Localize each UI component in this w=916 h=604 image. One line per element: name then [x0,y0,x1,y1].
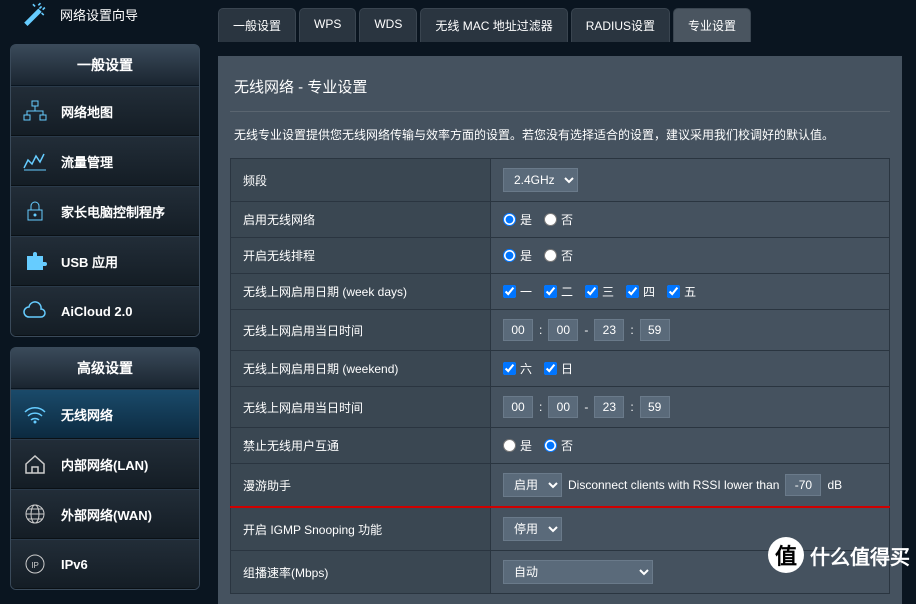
roaming-desc: Disconnect clients with RSSI lower than [568,478,779,492]
input-wd-m2[interactable] [640,319,670,341]
sidebar-item-aicloud[interactable]: AiCloud 2.0 [11,286,199,336]
sidebar-item-ipv6[interactable]: IP IPv6 [11,539,199,589]
select-roaming[interactable]: 启用 [503,473,562,497]
sidebar-item-traffic[interactable]: 流量管理 [11,136,199,186]
svg-text:IP: IP [31,561,39,570]
sidebar-header-advanced: 高级设置 [11,348,199,389]
input-we-h1[interactable] [503,396,533,418]
radio-wireless-no[interactable] [544,213,557,226]
page-desc: 无线专业设置提供您无线网络传输与效率方面的设置。若您没有选择适合的设置，建议采用… [230,112,890,158]
sidebar-setup-label: 网络设置向导 [60,5,138,24]
input-wd-h1[interactable] [503,319,533,341]
tab-wps[interactable]: WPS [299,8,356,42]
input-we-m2[interactable] [640,396,670,418]
label-igmp: 开启 IGMP Snooping 功能 [231,507,491,551]
sidebar-item-label: AiCloud 2.0 [61,304,133,319]
label-enable-schedule: 开启无线排程 [231,238,491,274]
cloud-icon [21,299,49,323]
wand-icon [20,2,48,26]
radio-isolate-no[interactable] [544,439,557,452]
sidebar-item-label: 网络地图 [61,102,113,121]
tab-mac-filter[interactable]: 无线 MAC 地址过滤器 [420,8,567,42]
traffic-icon [21,149,49,173]
check-fri[interactable] [667,285,680,298]
sidebar-item-network-map[interactable]: 网络地图 [11,86,199,136]
sidebar-item-parental[interactable]: 家长电脑控制程序 [11,186,199,236]
sidebar-setup-wizard[interactable]: 网络设置向导 [10,0,200,34]
label-weekend-time: 无线上网启用当日时间 [231,387,491,428]
page-title: 无线网络 - 专业设置 [230,66,890,112]
sidebar-item-wan[interactable]: 外部网络(WAN) [11,489,199,539]
label-weekday-time: 无线上网启用当日时间 [231,310,491,351]
home-icon [21,452,49,476]
tab-radius[interactable]: RADIUS设置 [571,8,670,42]
radio-isolate-yes[interactable] [503,439,516,452]
radio-schedule-yes[interactable] [503,249,516,262]
check-thu[interactable] [626,285,639,298]
check-sat[interactable] [503,362,516,375]
puzzle-icon [21,249,49,273]
wifi-icon [21,402,49,426]
watermark-text: 什么值得买 [810,541,910,570]
sidebar-item-label: 内部网络(LAN) [61,455,148,474]
sidebar-item-label: 外部网络(WAN) [61,505,152,524]
select-mcast[interactable]: 自动 [503,560,653,584]
sidebar-item-label: IPv6 [61,557,88,572]
roaming-unit: dB [827,478,842,492]
network-map-icon [21,99,49,123]
sidebar-item-label: USB 应用 [61,252,118,271]
sidebar-header-general: 一般设置 [11,45,199,86]
sidebar-item-label: 流量管理 [61,152,113,171]
label-mcast: 组播速率(Mbps) [231,551,491,594]
label-weekend: 无线上网启用日期 (weekend) [231,351,491,387]
input-we-m1[interactable] [548,396,578,418]
check-mon[interactable] [503,285,516,298]
input-we-h2[interactable] [594,396,624,418]
label-enable-wireless: 启用无线网络 [231,202,491,238]
radio-schedule-no[interactable] [544,249,557,262]
select-band[interactable]: 2.4GHz [503,168,578,192]
label-roaming: 漫游助手 [231,464,491,508]
input-wd-h2[interactable] [594,319,624,341]
input-rssi[interactable] [785,474,821,496]
label-weekdays: 无线上网启用日期 (week days) [231,274,491,310]
sidebar-item-lan[interactable]: 内部网络(LAN) [11,439,199,489]
tab-professional[interactable]: 专业设置 [673,8,751,42]
label-isolate: 禁止无线用户互通 [231,428,491,464]
globe-icon [21,502,49,526]
ipv6-icon: IP [21,552,49,576]
input-wd-m1[interactable] [548,319,578,341]
tab-general[interactable]: 一般设置 [218,8,296,42]
check-tue[interactable] [544,285,557,298]
sidebar-item-label: 无线网络 [61,405,113,424]
sidebar-item-label: 家长电脑控制程序 [61,202,165,221]
tab-wds[interactable]: WDS [359,8,417,42]
radio-wireless-yes[interactable] [503,213,516,226]
label-band: 频段 [231,159,491,202]
tabs: 一般设置 WPS WDS 无线 MAC 地址过滤器 RADIUS设置 专业设置 [218,8,910,42]
check-sun[interactable] [544,362,557,375]
sidebar-item-usb[interactable]: USB 应用 [11,236,199,286]
select-igmp[interactable]: 停用 [503,517,562,541]
watermark-icon: 值 [768,537,804,573]
watermark: 值 什么值得买 [768,537,910,573]
check-wed[interactable] [585,285,598,298]
lock-icon [21,199,49,223]
sidebar-item-wireless[interactable]: 无线网络 [11,389,199,439]
